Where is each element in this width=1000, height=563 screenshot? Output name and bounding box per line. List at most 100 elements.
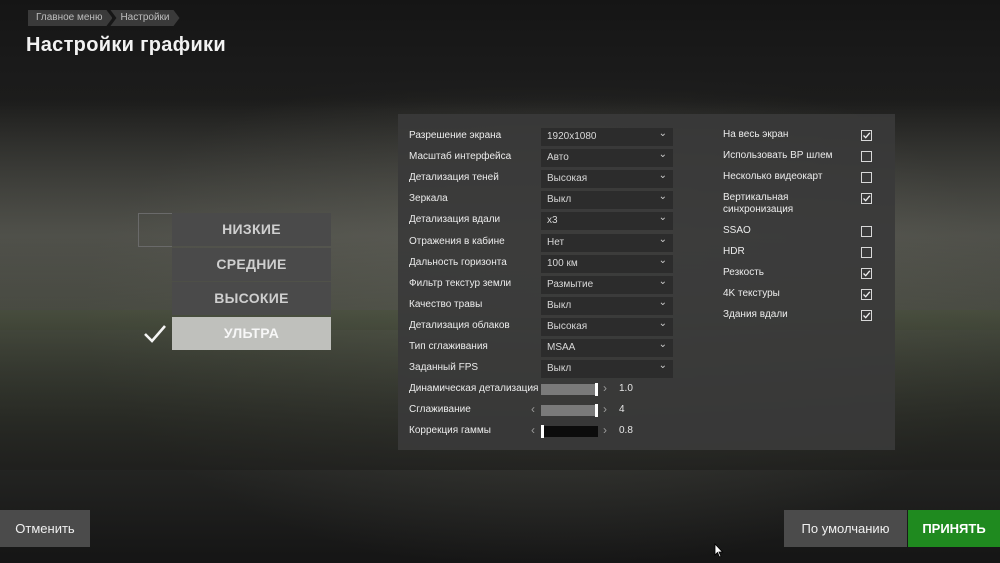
select-value: 100 км [547, 257, 578, 269]
setting-label: Зеркала [409, 193, 448, 205]
preset-button[interactable]: УЛЬТРА [172, 316, 331, 350]
checkbox[interactable] [861, 226, 872, 237]
setting-select[interactable]: Нет ⌄ [541, 233, 673, 252]
preset-button[interactable]: ВЫСОКИЕ [172, 282, 331, 315]
select-value: Высокая [547, 320, 588, 332]
chevron-left-icon[interactable]: ‹ [531, 402, 535, 416]
slider-value: 0.8 [619, 425, 633, 437]
select-value: Выкл [547, 363, 572, 375]
chevron-down-icon: ⌄ [658, 170, 667, 182]
setting-select[interactable]: x3 ⌄ [541, 212, 673, 231]
setting-select[interactable]: Размытие ⌄ [541, 275, 673, 294]
setting-label: Тип сглаживания [409, 341, 488, 352]
setting-select[interactable]: Выкл ⌄ [541, 360, 673, 379]
select-value: MSAA [547, 342, 576, 353]
setting-label: Детализация вдали [409, 214, 501, 226]
default-button[interactable]: По умолчанию [784, 510, 907, 547]
toggle-label: 4K текстуры [723, 288, 780, 299]
chevron-right-icon[interactable]: › [603, 423, 607, 437]
toggle-label: SSAO [723, 225, 751, 236]
checkbox[interactable] [861, 151, 872, 162]
select-value: Высокая [547, 173, 588, 185]
accept-button[interactable]: ПРИНЯТЬ [908, 510, 1000, 547]
breadcrumb-main-menu[interactable]: Главное меню [28, 10, 112, 26]
setting-label: Детализация теней [409, 172, 499, 184]
slider-label: Сглаживание [409, 404, 471, 416]
setting-select[interactable]: Высокая ⌄ [541, 317, 673, 336]
slider-handle[interactable] [595, 404, 598, 418]
chevron-left-icon[interactable]: ‹ [531, 423, 535, 437]
slider-fill [541, 384, 598, 396]
setting-select[interactable]: Авто ⌄ [541, 149, 673, 168]
checkmark-icon [138, 317, 172, 351]
select-value: 1920x1080 [547, 131, 597, 142]
setting-select[interactable]: Выкл ⌄ [541, 191, 673, 210]
toggle-label: На весь экран [723, 129, 789, 140]
checkbox[interactable] [861, 310, 872, 321]
settings-panel: Разрешение экрана 1920x1080 ⌄ Масштаб интер… [398, 114, 895, 450]
toggle-label: HDR [723, 246, 745, 257]
setting-select[interactable]: Высокая ⌄ [541, 170, 673, 189]
chevron-down-icon: ⌄ [658, 233, 667, 245]
toggle-label: Вертикальная синхронизация [723, 192, 794, 215]
setting-label: Детализация облаков [409, 319, 510, 331]
setting-label: Дальность горизонта [409, 256, 507, 268]
mouse-cursor-icon [714, 543, 724, 558]
slider-track[interactable] [541, 425, 598, 439]
setting-label: Качество травы [409, 298, 483, 310]
slider-handle[interactable] [595, 383, 598, 397]
slider-track[interactable] [541, 383, 598, 397]
checkbox[interactable] [861, 247, 872, 258]
chevron-right-icon[interactable]: › [603, 402, 607, 416]
checkbox[interactable] [861, 193, 872, 204]
preset-check-area [138, 282, 172, 316]
chevron-down-icon: ⌄ [658, 128, 667, 139]
chevron-left-icon[interactable]: ‹ [531, 381, 535, 395]
checkbox[interactable] [861, 130, 872, 141]
select-value: x3 [547, 215, 558, 227]
page-title: Настройки графики [26, 34, 226, 56]
setting-label: Заданный FPS [409, 362, 479, 374]
setting-select[interactable]: 100 км ⌄ [541, 254, 673, 273]
chevron-down-icon: ⌄ [658, 254, 667, 266]
checkbox[interactable] [861, 268, 872, 279]
setting-select[interactable]: 1920x1080 ⌄ [541, 128, 673, 146]
setting-label: Разрешение экрана [409, 130, 502, 141]
chevron-down-icon: ⌄ [658, 360, 667, 372]
toggle-label: Использовать ВР шлем [723, 150, 833, 161]
checkbox[interactable] [861, 289, 872, 300]
slider-value: 4 [619, 404, 625, 416]
select-value: Размытие [547, 278, 594, 290]
toggle-label: Несколько видеокарт [723, 171, 823, 182]
checkbox[interactable] [861, 172, 872, 183]
chevron-down-icon: ⌄ [658, 275, 667, 287]
chevron-down-icon: ⌄ [658, 191, 667, 203]
chevron-down-icon: ⌄ [658, 212, 667, 224]
cancel-button[interactable]: Отменить [0, 510, 90, 547]
preset-button[interactable]: СРЕДНИЕ [172, 247, 331, 281]
chevron-right-icon[interactable]: › [603, 381, 607, 395]
slider-label: Динамическая детализация [409, 383, 539, 395]
breadcrumb: Главное меню Настройки [28, 10, 184, 26]
setting-label: Отражения в кабине [409, 235, 505, 247]
slider-label: Коррекция гаммы [409, 425, 491, 437]
select-value: Выкл [547, 299, 572, 311]
chevron-down-icon: ⌄ [658, 149, 667, 161]
slider-track[interactable] [541, 404, 598, 418]
setting-select[interactable]: Выкл ⌄ [541, 296, 673, 315]
chevron-down-icon: ⌄ [658, 317, 667, 329]
toggle-label: Резкость [723, 267, 764, 278]
select-value: Выкл [547, 194, 572, 206]
setting-label: Фильтр текстур земли [409, 277, 512, 289]
slider-handle[interactable] [541, 425, 544, 439]
chevron-down-icon: ⌄ [658, 296, 667, 308]
setting-select[interactable]: MSAA ⌄ [541, 339, 673, 357]
preset-check-area [138, 248, 172, 282]
breadcrumb-settings[interactable]: Настройки [110, 10, 179, 26]
preset-check-area [138, 213, 172, 247]
slider-fill [541, 405, 598, 417]
chevron-down-icon: ⌄ [658, 339, 667, 350]
preset-button[interactable]: НИЗКИЕ [172, 213, 331, 246]
toggle-label: Здания вдали [723, 309, 788, 320]
setting-label: Масштаб интерфейса [409, 151, 512, 163]
